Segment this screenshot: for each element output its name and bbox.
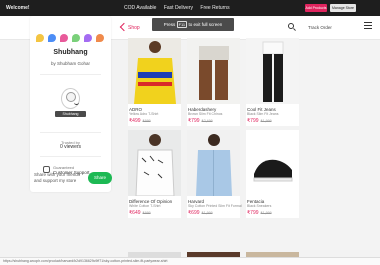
promo-strip: COD Available Fast Delivery Free Returns: [124, 5, 236, 11]
search-icon[interactable]: [288, 23, 294, 29]
product-price: ₹799 ₹2,499: [188, 118, 213, 124]
product-price: ₹799 ₹1,999: [247, 118, 272, 124]
product-image[interactable]: [246, 38, 299, 104]
product-image[interactable]: [187, 38, 240, 104]
fullscreen-toast: Press F11 to exit full screen: [152, 18, 234, 31]
shop-owner: by Shubham Gohar: [50, 61, 91, 66]
product-image[interactable]: [187, 130, 240, 196]
product-price: ₹699 ₹1,999: [188, 210, 213, 216]
divider: [40, 74, 101, 75]
product-image[interactable]: [128, 38, 181, 104]
toast-key: F11: [176, 21, 188, 29]
track-order-link[interactable]: Track Order: [308, 25, 332, 30]
share-button[interactable]: Share: [88, 172, 112, 184]
product-desc: White Cotton T-Shirt: [129, 204, 161, 208]
trusted-value: 0 viewers: [59, 144, 82, 150]
share-label: Share: [93, 175, 106, 180]
nav-shop-link[interactable]: Shop: [128, 25, 140, 31]
promo-cod: COD Available: [124, 5, 157, 11]
shop-name: Shubhang: [53, 49, 88, 56]
trusted-by: Trusted by 0 viewers: [30, 140, 111, 150]
avatar: [61, 88, 80, 109]
toast-press: Press: [163, 22, 176, 27]
product-image[interactable]: [128, 130, 181, 196]
product-desc: Brown Slim Fit Chinos: [188, 112, 223, 116]
add-products-button[interactable]: Add Products: [305, 4, 327, 12]
share-text: Share with your friends and support my s…: [34, 172, 81, 183]
product-desc: Yellow Adro T-Shirt: [129, 112, 159, 116]
product-desc: Black Sneakers: [247, 204, 272, 208]
product-desc: Sky Cotton Printed Slim Fit Formal: [188, 204, 242, 208]
product-desc: Black Slim Fit Jeans: [247, 112, 279, 116]
promo-delivery: Fast Delivery: [163, 5, 194, 11]
smiley-icon: [66, 92, 79, 105]
divider: [40, 156, 101, 157]
product-card[interactable]: Harvard Sky Cotton Printed Slim Fit Form…: [187, 130, 242, 218]
chevron-left-icon[interactable]: [119, 22, 129, 32]
product-image[interactable]: [246, 130, 299, 196]
status-bar-url: https://shubhang.wooph.com/product/harva…: [0, 257, 380, 265]
product-card[interactable]: Fentacia Black Sneakers ₹799 ₹1,999: [246, 130, 299, 218]
product-card[interactable]: Cool Fit Jeans Black Slim Fit Jeans ₹799…: [246, 38, 299, 126]
promo-returns: Free Returns: [200, 5, 230, 11]
manage-store-button[interactable]: Manage Store: [330, 4, 356, 12]
product-card[interactable]: Difference Of Opinion White Cotton T-Shi…: [128, 130, 181, 218]
avatar-label: Shubhang: [55, 111, 86, 117]
product-price: ₹499 ₹999: [129, 118, 151, 124]
product-price: ₹649 ₹999: [129, 210, 151, 216]
divider: [40, 132, 101, 133]
toast-suffix: to exit full screen: [188, 22, 223, 27]
shop-sidebar: Shubhang by Shubham Gohar Shubhang Trust…: [30, 16, 111, 192]
product-card[interactable]: Haberdashery Brown Slim Fit Chinos ₹799 ₹…: [187, 38, 240, 126]
top-bar: Welcome! COD Available Fast Delivery Fre…: [0, 0, 380, 16]
welcome-text: Welcome!: [6, 5, 30, 11]
menu-icon[interactable]: [364, 22, 372, 31]
product-price: ₹799 ₹1,999: [247, 210, 272, 216]
product-card[interactable]: ADRO Yellow Adro T-Shirt ₹499 ₹999: [128, 38, 181, 126]
decorative-pins: [36, 34, 106, 42]
